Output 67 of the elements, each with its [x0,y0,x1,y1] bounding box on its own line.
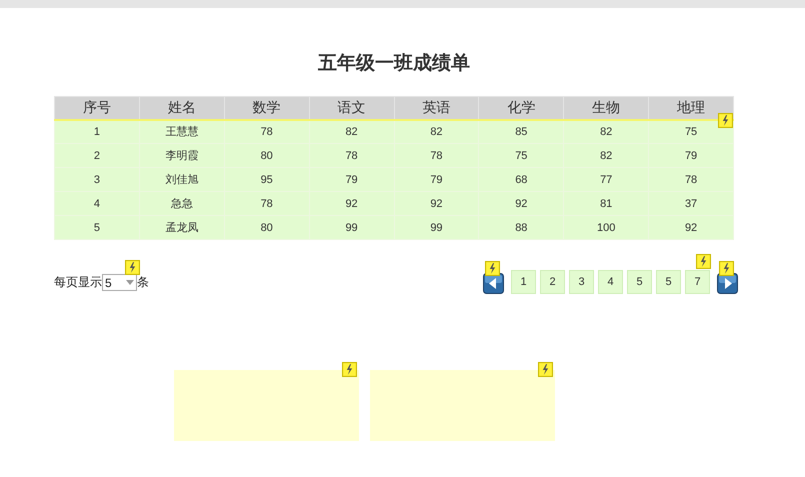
lightning-icon[interactable] [485,261,500,276]
page-button[interactable]: 1 [511,270,536,294]
previous-page-button[interactable] [483,273,504,294]
table-cell: 5 [54,216,140,240]
column-header: 化学 [478,96,564,120]
lightning-icon[interactable] [696,254,711,269]
table-cell: 92 [394,192,479,216]
table-cell: 孟龙凤 [139,216,224,240]
table-cell: 37 [648,192,734,216]
table-cell: 85 [478,120,564,144]
page-button[interactable]: 2 [540,270,565,294]
table-cell: 78 [648,168,734,192]
table-cell: 82 [309,120,394,144]
table-cell: 4 [54,192,140,216]
table-cell: 75 [478,144,564,168]
table-cell: 81 [564,192,649,216]
table-cell: 79 [309,168,394,192]
page-title: 五年级一班成绩单 [317,51,471,76]
lightning-icon[interactable] [125,260,140,275]
table-cell: 92 [648,216,734,240]
table-cell: 68 [478,168,564,192]
table-cell: 82 [394,120,479,144]
page-size-unit: 条 [137,274,149,291]
caret-icon [126,280,134,285]
column-header: 英语 [394,96,479,120]
lightning-icon[interactable] [718,113,733,128]
table-cell: 1 [54,120,140,144]
column-header: 地理 [648,96,734,120]
table-cell: 79 [394,168,479,192]
table-cell: 王慧慧 [139,120,224,144]
table-cell: 77 [564,168,649,192]
table-cell: 78 [394,144,479,168]
table-cell: 78 [224,192,310,216]
table-cell: 100 [564,216,649,240]
column-header: 语文 [309,96,394,120]
table-cell: 80 [224,216,310,240]
table-cell: 2 [54,144,140,168]
table-cell: 78 [224,120,310,144]
column-header: 姓名 [139,96,224,120]
table-cell: 李明霞 [139,144,224,168]
table-cell: 92 [309,192,394,216]
column-header: 数学 [224,96,310,120]
column-header: 序号 [54,96,140,120]
page-button[interactable]: 3 [569,270,594,294]
lightning-icon[interactable] [719,261,734,276]
table-cell: 急急 [139,192,224,216]
table-cell: 78 [309,144,394,168]
table-cell: 79 [648,144,734,168]
table-cell: 刘佳旭 [139,168,224,192]
table-cell: 80 [224,144,310,168]
table-cell: 99 [309,216,394,240]
table-cell: 82 [564,120,649,144]
page-button[interactable]: 4 [598,270,623,294]
table-cell: 95 [224,168,310,192]
table-cell: 99 [394,216,479,240]
page-size-label: 每页显示 [54,274,102,291]
table-cell: 92 [478,192,564,216]
table-cell: 82 [564,144,649,168]
table-cell: 3 [54,168,140,192]
table-cell: 88 [478,216,564,240]
page-button[interactable]: 5 [627,270,652,294]
lightning-icon[interactable] [342,362,357,377]
page-button[interactable]: 5 [656,270,681,294]
column-header: 生物 [564,96,649,120]
page-button[interactable]: 7 [685,270,710,294]
next-page-button[interactable] [717,273,738,294]
lightning-icon[interactable] [538,362,553,377]
